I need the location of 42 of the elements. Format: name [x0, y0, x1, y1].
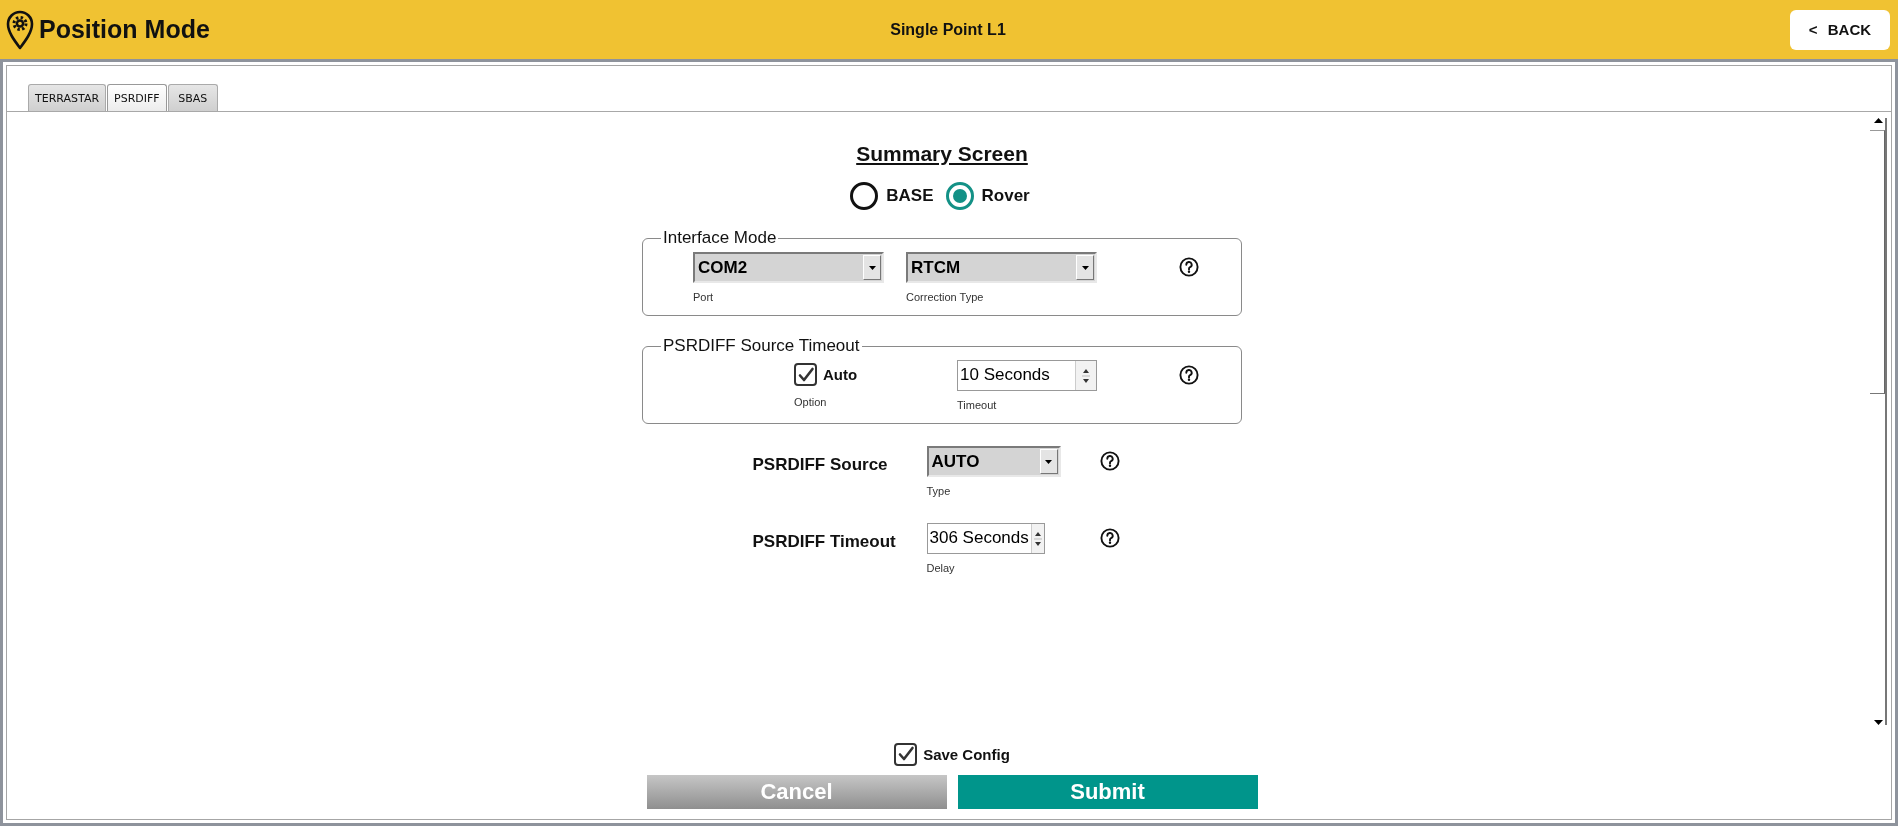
dropdown[interactable]: COM2	[693, 252, 884, 283]
spin-field[interactable]: 10 Seconds	[957, 360, 1097, 391]
caret-icon	[1045, 459, 1052, 464]
scroll-down-arrow-icon[interactable]	[1873, 719, 1883, 725]
setting-label: PSRDIFF Source	[752, 455, 889, 475]
section-title: Summary Screen	[856, 142, 1028, 166]
field-caption: Port	[693, 291, 714, 303]
radio-label[interactable]: BASE	[886, 186, 934, 206]
mode-subtitle: Single Point L1	[890, 20, 1006, 39]
caret-icon	[1081, 265, 1089, 270]
submit-button[interactable]: Submit	[957, 775, 1258, 809]
tab[interactable]: TERRASTAR	[28, 84, 107, 111]
help-icon[interactable]	[1179, 365, 1199, 385]
location-gear-icon	[6, 9, 34, 50]
scrollbar[interactable]	[1871, 118, 1887, 725]
field-caption: Timeout	[957, 399, 997, 411]
tab[interactable]: PSRDIFF	[107, 84, 167, 111]
dropdown[interactable]: AUTO	[926, 446, 1061, 477]
tab[interactable]: SBAS	[167, 84, 218, 111]
dropdown[interactable]: RTCM	[906, 252, 1097, 283]
spin-field[interactable]: 306 Seconds	[926, 523, 1045, 554]
radio-button[interactable]	[850, 182, 879, 210]
checkbox-label[interactable]: Auto	[823, 366, 858, 383]
radio-button[interactable]	[945, 182, 974, 210]
radio-label[interactable]: Rover	[981, 186, 1030, 206]
setting-label: PSRDIFF Timeout	[752, 532, 897, 552]
field-caption: Delay	[926, 562, 955, 574]
group-legend: Interface Mode	[661, 228, 779, 248]
scroll-up-arrow-icon[interactable]	[1873, 118, 1883, 123]
checkbox-label[interactable]: Save Config	[923, 745, 1010, 763]
caret-icon	[868, 265, 876, 270]
field-caption: Option	[794, 395, 827, 408]
help-icon[interactable]	[1099, 528, 1120, 548]
checkbox[interactable]	[794, 363, 817, 386]
back-button[interactable]: < BACK	[1790, 9, 1890, 50]
help-icon[interactable]	[1099, 451, 1120, 471]
help-icon[interactable]	[1179, 257, 1199, 277]
field-caption: Correction Type	[906, 291, 984, 303]
page-title: Position Mode	[39, 15, 210, 44]
group-legend: PSRDIFF Source Timeout	[661, 336, 862, 356]
field-caption: Type	[926, 485, 951, 497]
checkbox[interactable]	[894, 742, 918, 766]
